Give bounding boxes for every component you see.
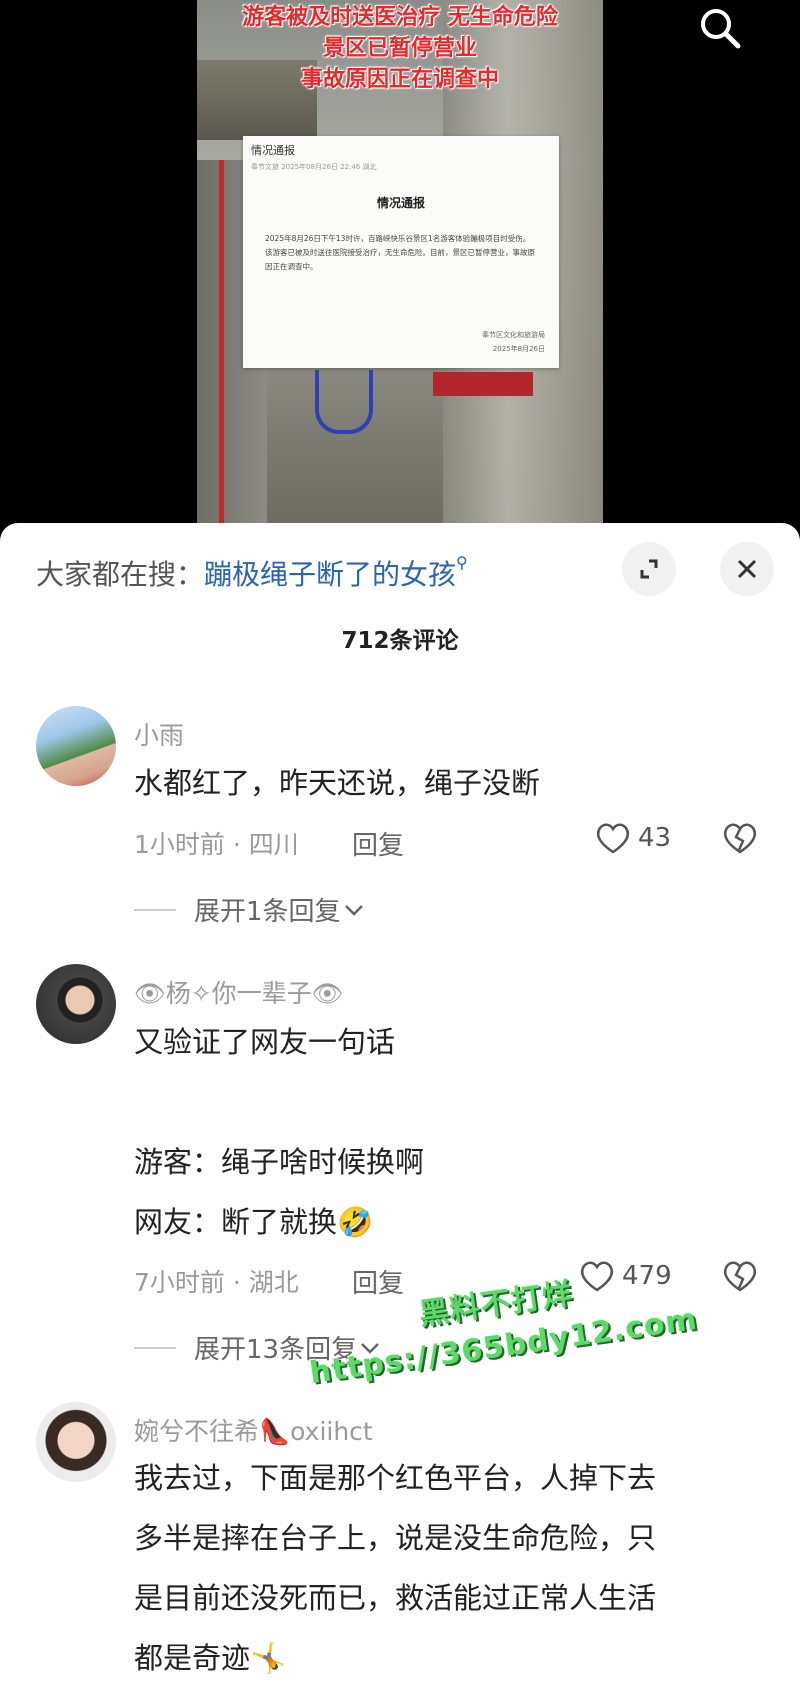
expand-replies-button[interactable]: 展开1条回复 [134, 891, 367, 928]
notice-body: 2025年8月26日下午13时许，百路峡快乐谷景区1名游客体验蹦极项目时受伤。该… [265, 234, 535, 271]
expand-icon [640, 559, 658, 579]
avatar[interactable] [36, 1402, 116, 1482]
like-count: 479 [622, 1261, 672, 1291]
expand-replies-label: 展开1条回复 [194, 897, 341, 927]
comment-text: 水都红了，昨天还说，绳子没断 [134, 753, 540, 813]
comment-line: 又验证了网友一句话 [134, 1025, 396, 1059]
comment-username[interactable]: 👁杨✧你一辈子👁 [134, 974, 343, 1010]
comment-count: 712条评论 [341, 628, 459, 654]
comment-username[interactable]: 小雨 [134, 716, 184, 752]
broken-heart-icon [723, 1261, 757, 1292]
close-button[interactable] [720, 542, 774, 596]
heart-icon [596, 823, 630, 854]
comment-line: 都是奇迹🤸 [134, 1641, 287, 1675]
video-headline: 游客被及时送医治疗 无生命危险 景区已暂停营业 事故原因正在调查中 [197, 2, 603, 95]
chevron-down-icon [344, 904, 363, 916]
comment-line: 我去过，下面是那个红色平台，人掉下去 [134, 1461, 657, 1495]
search-button[interactable] [695, 4, 745, 54]
like-count: 43 [638, 823, 672, 853]
comment-meta: 1小时前 · 四川 [134, 830, 299, 859]
broken-heart-icon [723, 823, 757, 854]
like-button[interactable]: 479 [578, 1258, 672, 1294]
trending-query[interactable]: 蹦极绳子断了的女孩 [204, 558, 456, 591]
comment-text: 又验证了网友一句话 游客：绳子啥时候换啊 网友：断了就换🤣 [134, 1012, 424, 1252]
official-notice: 情况通报 奉节文旅 2025年08月26日 22:46 湖北 情况通报 2025… [243, 136, 559, 368]
comment-line [134, 1072, 424, 1132]
blue-rope [315, 370, 373, 434]
dislike-button[interactable] [720, 820, 760, 860]
red-sign [433, 372, 533, 396]
notice-signer: 奉节区文化和旅游局 [482, 331, 545, 339]
divider-line [134, 908, 176, 911]
divider-line [134, 1346, 176, 1349]
reply-button[interactable]: 回复 [352, 825, 404, 862]
reply-button[interactable]: 回复 [352, 1263, 404, 1300]
headline-line-1: 游客被及时送医治疗 无生命危险 [242, 5, 558, 30]
comment-text: 我去过，下面是那个红色平台，人掉下去 多半是摔在台子上，说是没生命危险，只 是目… [134, 1448, 656, 1684]
search-small-icon: ⚲ [456, 553, 468, 572]
red-rope [219, 160, 224, 530]
notice-date: 2025年8月26日 [492, 345, 545, 353]
notice-meta: 奉节文旅 2025年08月26日 22:46 湖北 [251, 163, 377, 171]
comment-line: 是目前还没死而已，救活能过正常人生活 [134, 1581, 657, 1615]
expand-sheet-button[interactable] [622, 542, 676, 596]
comment-line: 多半是摔在台子上，说是没生命危险，只 [134, 1521, 657, 1555]
comment-sheet: 大家都在搜：蹦极绳子断了的女孩⚲ 712条评论 小雨 水都红了，昨天还说，绳子没… [0, 523, 800, 1684]
search-icon [701, 9, 741, 49]
comment-line: 网友：断了就换🤣 [134, 1205, 374, 1239]
headline-line-2: 景区已暂停营业 [322, 36, 477, 61]
dislike-button[interactable] [720, 1258, 760, 1298]
trending-search[interactable]: 大家都在搜：蹦极绳子断了的女孩⚲ [36, 553, 468, 593]
like-button[interactable]: 43 [594, 820, 671, 856]
close-icon [737, 559, 757, 579]
avatar[interactable] [36, 964, 116, 1044]
headline-line-3: 事故原因正在调查中 [300, 67, 499, 92]
video-player[interactable]: 游客被及时送医治疗 无生命危险 景区已暂停营业 事故原因正在调查中 情况通报 奉… [0, 0, 800, 530]
notice-tab-title: 情况通报 [251, 144, 295, 157]
notice-signature: 奉节区文化和旅游局 2025年8月26日 [482, 328, 545, 356]
comment-line: 水都红了，昨天还说，绳子没断 [134, 766, 541, 800]
comment-line: 游客：绳子啥时候换啊 [134, 1145, 425, 1179]
comment-username[interactable]: 婉兮不往希👠oxiihct [134, 1412, 373, 1448]
trending-prefix: 大家都在搜： [36, 558, 205, 591]
notice-heading: 情况通报 [376, 196, 425, 210]
avatar[interactable] [36, 706, 116, 786]
comment-meta: 7小时前 · 湖北 [134, 1268, 299, 1297]
heart-icon [580, 1261, 614, 1292]
